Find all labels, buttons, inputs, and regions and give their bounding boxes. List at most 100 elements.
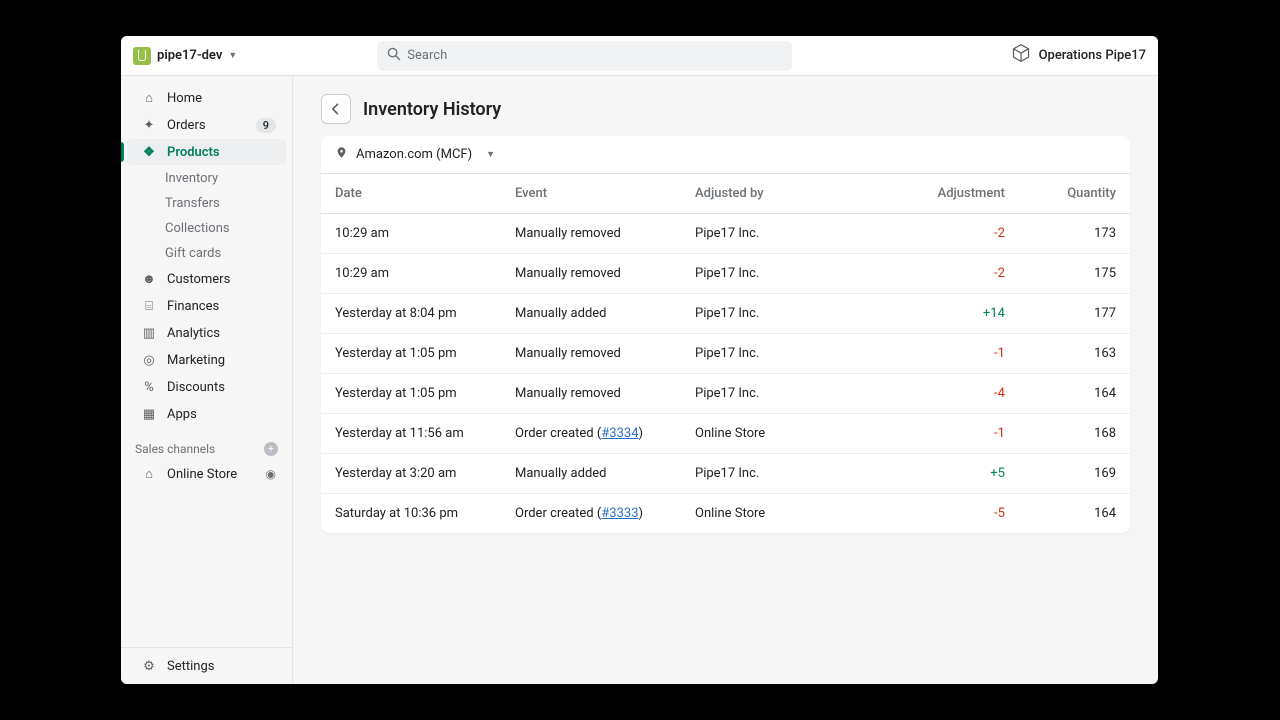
table-row: Saturday at 10:36 pmOrder created (#3333… [321, 494, 1130, 534]
channel-item-label: Online Store [167, 467, 237, 482]
sidebar-item-label: Customers [167, 272, 230, 287]
cell-adjustment: -1 [881, 334, 1019, 374]
sidebar-item-home[interactable]: ⌂Home [127, 85, 286, 111]
cell-date: 10:29 am [321, 214, 501, 254]
settings-label: Settings [167, 659, 214, 674]
cell-adjustment: +14 [881, 294, 1019, 334]
sidebar-item-marketing[interactable]: ◎ Marketing [127, 347, 286, 373]
cell-event: Manually removed [501, 374, 681, 414]
main-content: Inventory History Amazon.com (MCF) ▼ Dat… [293, 76, 1158, 684]
cell-adjusted-by: Pipe17 Inc. [681, 254, 881, 294]
sidebar: ⌂Home✦Orders9❖ProductsInventoryTransfers… [121, 76, 293, 684]
store-icon: ⌂ [141, 466, 157, 482]
table-row: 10:29 amManually removedPipe17 Inc.-2175 [321, 254, 1130, 294]
search-placeholder: Search [407, 48, 447, 63]
cell-event: Manually removed [501, 254, 681, 294]
account-label: Operations Pipe17 [1039, 48, 1146, 63]
store-switcher[interactable]: pipe17-dev ▼ [133, 47, 237, 65]
cell-event: Order created (#3334) [501, 414, 681, 454]
col-header-adjusted-by: Adjusted by [681, 174, 881, 214]
discounts-icon: % [141, 380, 157, 395]
top-bar: pipe17-dev ▼ Search Operations Pipe17 [121, 36, 1158, 76]
location-name: Amazon.com (MCF) [356, 147, 472, 162]
chevron-down-icon: ▼ [228, 50, 237, 61]
channel-item-onlinestore[interactable]: ⌂ Online Store ◉ [127, 461, 286, 487]
cell-quantity: 173 [1019, 214, 1130, 254]
sidebar-item-label: Discounts [167, 380, 225, 395]
finances-icon: ⌸ [141, 299, 157, 314]
eye-icon[interactable]: ◉ [266, 467, 276, 481]
table-row: 10:29 amManually removedPipe17 Inc.-2173 [321, 214, 1130, 254]
cell-date: 10:29 am [321, 254, 501, 294]
sidebar-item-finances[interactable]: ⌸ Finances [127, 293, 286, 319]
sidebar-item-label: Finances [167, 299, 219, 314]
col-header-date: Date [321, 174, 501, 214]
cell-date: Yesterday at 3:20 am [321, 454, 501, 494]
location-selector[interactable]: Amazon.com (MCF) ▼ [321, 136, 1130, 174]
sidebar-subitem-inventory[interactable]: Inventory [127, 166, 286, 190]
sidebar-item-apps[interactable]: ▦Apps [127, 401, 286, 427]
cell-date: Yesterday at 8:04 pm [321, 294, 501, 334]
search-input[interactable]: Search [377, 41, 792, 71]
arrow-left-icon [328, 101, 344, 117]
sidebar-item-customers[interactable]: ☻ Customers [127, 266, 286, 292]
cell-event: Manually added [501, 454, 681, 494]
search-icon [387, 47, 401, 65]
table-row: Yesterday at 1:05 pmManually removedPipe… [321, 374, 1130, 414]
marketing-icon: ◎ [141, 353, 157, 368]
sidebar-item-label: Marketing [167, 353, 225, 368]
customers-icon: ☻ [141, 271, 157, 287]
apps-icon: ▦ [141, 407, 157, 422]
sidebar-item-products[interactable]: ❖ Products [127, 139, 286, 165]
col-header-quantity: Quantity [1019, 174, 1130, 214]
cell-event: Manually removed [501, 334, 681, 374]
col-header-adjustment: Adjustment [881, 174, 1019, 214]
analytics-icon: ▥ [141, 326, 157, 341]
account-menu[interactable]: Operations Pipe17 [1011, 43, 1146, 68]
cell-adjusted-by: Online Store [681, 494, 881, 534]
home-icon: ⌂ [141, 90, 157, 106]
sidebar-subitem-giftcards[interactable]: Gift cards [127, 241, 286, 265]
sidebar-item-orders[interactable]: ✦Orders9 [127, 112, 286, 138]
shopify-logo-icon [133, 47, 151, 65]
location-pin-icon [335, 146, 348, 163]
table-row: Yesterday at 8:04 pmManually addedPipe17… [321, 294, 1130, 334]
cell-event: Order created (#3333) [501, 494, 681, 534]
add-channel-button[interactable]: + [264, 442, 278, 456]
cell-date: Yesterday at 1:05 pm [321, 374, 501, 414]
cube-icon [1011, 43, 1031, 68]
cell-adjusted-by: Pipe17 Inc. [681, 294, 881, 334]
cell-date: Yesterday at 1:05 pm [321, 334, 501, 374]
cell-adjusted-by: Pipe17 Inc. [681, 214, 881, 254]
sidebar-item-settings[interactable]: ⚙ Settings [127, 653, 286, 679]
products-icon: ❖ [141, 145, 157, 160]
store-name: pipe17-dev [157, 48, 222, 63]
sidebar-subitem-transfers[interactable]: Transfers [127, 191, 286, 215]
cell-adjusted-by: Online Store [681, 414, 881, 454]
cell-quantity: 175 [1019, 254, 1130, 294]
cell-date: Saturday at 10:36 pm [321, 494, 501, 534]
sidebar-item-discounts[interactable]: % Discounts [127, 374, 286, 400]
cell-adjusted-by: Pipe17 Inc. [681, 334, 881, 374]
table-row: Yesterday at 1:05 pmManually removedPipe… [321, 334, 1130, 374]
orders-badge: 9 [256, 118, 276, 133]
chevron-down-icon: ▼ [486, 149, 495, 160]
cell-adjustment: -4 [881, 374, 1019, 414]
cell-adjustment: -2 [881, 254, 1019, 294]
sidebar-subitem-collections[interactable]: Collections [127, 216, 286, 240]
sales-channels-header: Sales channels + [121, 442, 292, 456]
order-link[interactable]: #3334 [601, 426, 638, 441]
gear-icon: ⚙ [141, 659, 157, 674]
cell-quantity: 163 [1019, 334, 1130, 374]
back-button[interactable] [321, 94, 351, 124]
table-row: Yesterday at 11:56 amOrder created (#333… [321, 414, 1130, 454]
sidebar-item-label: Products [167, 145, 220, 160]
sidebar-item-label: Orders [167, 118, 206, 133]
cell-quantity: 177 [1019, 294, 1130, 334]
order-link[interactable]: #3333 [601, 506, 638, 521]
cell-quantity: 169 [1019, 454, 1130, 494]
cell-event: Manually added [501, 294, 681, 334]
cell-date: Yesterday at 11:56 am [321, 414, 501, 454]
sidebar-item-analytics[interactable]: ▥Analytics [127, 320, 286, 346]
cell-adjustment: +5 [881, 454, 1019, 494]
